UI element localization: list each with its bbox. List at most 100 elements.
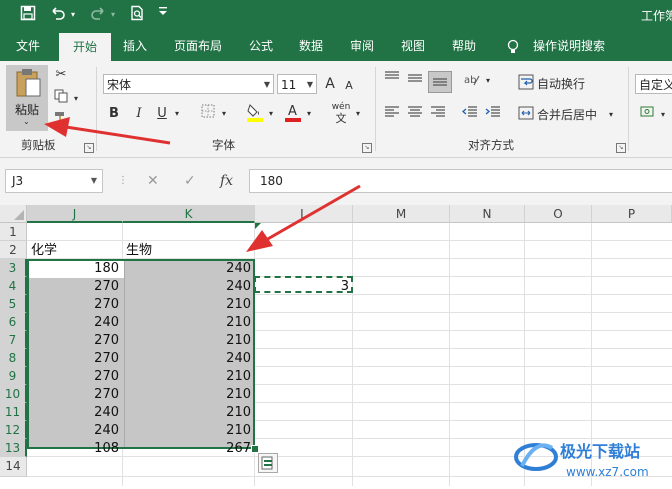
row-header-1[interactable]: 1 <box>0 223 27 241</box>
grow-font-icon[interactable]: A <box>322 74 338 94</box>
cell-k8[interactable]: 240 <box>123 349 251 367</box>
cell-k5[interactable]: 210 <box>123 295 251 313</box>
font-color-icon[interactable]: A <box>283 102 303 122</box>
currency-icon[interactable] <box>638 105 658 125</box>
customize-qat-icon[interactable] <box>156 5 170 25</box>
font-name-combo[interactable]: 宋体 ▼ <box>103 74 274 94</box>
cell-j2[interactable]: 化学 <box>31 241 57 259</box>
row-header-12[interactable]: 12 <box>0 421 27 439</box>
column-header-k[interactable]: K <box>123 205 255 223</box>
select-all-corner[interactable] <box>0 205 27 223</box>
row-header-4[interactable]: 4 <box>0 277 27 295</box>
cell-k7[interactable]: 210 <box>123 331 251 349</box>
cell-k10[interactable]: 210 <box>123 385 251 403</box>
align-top-icon[interactable] <box>382 71 402 91</box>
cut-icon[interactable]: ✂ <box>52 65 70 85</box>
underline-button[interactable]: U <box>154 104 170 124</box>
fill-handle[interactable] <box>251 445 259 453</box>
column-header-o[interactable]: O <box>525 205 592 223</box>
cell-k13[interactable]: 267 <box>123 439 251 457</box>
shrink-font-icon[interactable]: A <box>342 76 356 96</box>
row-header-10[interactable]: 10 <box>0 385 27 403</box>
bold-button[interactable]: B <box>106 104 122 124</box>
row-header-9[interactable]: 9 <box>0 367 27 385</box>
phonetic-dropdown-icon[interactable]: ▾ <box>353 104 363 124</box>
font-color-dropdown-icon[interactable]: ▾ <box>304 104 314 124</box>
column-header-j[interactable]: J <box>27 205 123 223</box>
clipboard-launcher-icon[interactable]: ↘ <box>84 143 94 153</box>
tab-insert[interactable]: 插入 <box>114 31 156 61</box>
wrap-text-icon[interactable] <box>517 74 535 94</box>
tab-file[interactable]: 文件 <box>0 31 56 61</box>
tab-home[interactable]: 开始 <box>59 33 111 61</box>
currency-dropdown-icon[interactable]: ▾ <box>658 105 668 125</box>
cell-j5[interactable]: 270 <box>27 295 119 313</box>
row-header-5[interactable]: 5 <box>0 295 27 313</box>
cell-l4[interactable]: 3 <box>255 277 349 295</box>
paste-options-button[interactable] <box>258 453 278 473</box>
merge-center-button[interactable]: 合并后居中 <box>537 105 597 125</box>
increase-indent-icon[interactable] <box>483 105 503 125</box>
lightbulb-icon[interactable] <box>504 31 522 61</box>
cell-k12[interactable]: 210 <box>123 421 251 439</box>
tab-review[interactable]: 审阅 <box>341 31 383 61</box>
tab-help[interactable]: 帮助 <box>443 31 485 61</box>
font-size-combo[interactable]: 11 ▼ <box>277 74 317 94</box>
paste-dropdown-icon[interactable]: ⌄ <box>23 117 30 126</box>
copy-icon[interactable] <box>52 89 70 109</box>
more-options-icon[interactable]: ⋮ <box>118 169 128 193</box>
row-header-14[interactable]: 14 <box>0 457 27 477</box>
row-header-3[interactable]: 3 <box>0 259 27 277</box>
align-bottom-icon[interactable] <box>428 71 452 93</box>
cell-j3[interactable]: 180 <box>27 259 119 277</box>
column-header-n[interactable]: N <box>450 205 525 223</box>
tab-data[interactable]: 数据 <box>290 31 332 61</box>
cell-j13[interactable]: 108 <box>27 439 119 457</box>
cell-j6[interactable]: 240 <box>27 313 119 331</box>
cell-k3[interactable]: 240 <box>123 259 251 277</box>
insert-function-icon[interactable]: fx <box>220 169 233 193</box>
row-header-2[interactable]: 2 <box>0 241 27 259</box>
undo-dropdown-icon[interactable]: ▾ <box>68 5 78 25</box>
row-header-11[interactable]: 11 <box>0 403 27 421</box>
cell-j9[interactable]: 270 <box>27 367 119 385</box>
tab-view[interactable]: 视图 <box>392 31 434 61</box>
orientation-icon[interactable]: ab <box>462 71 482 91</box>
number-format-combo[interactable]: 自定义 <box>635 74 672 94</box>
cell-k11[interactable]: 210 <box>123 403 251 421</box>
align-middle-icon[interactable] <box>405 71 425 91</box>
confirm-entry-icon[interactable]: ✓ <box>184 169 196 193</box>
format-painter-icon[interactable] <box>52 111 70 131</box>
redo-icon[interactable] <box>88 5 108 25</box>
redo-dropdown-icon[interactable]: ▾ <box>108 5 118 25</box>
row-header-13[interactable]: 13 <box>0 439 27 457</box>
tab-formulas[interactable]: 公式 <box>240 31 282 61</box>
font-launcher-icon[interactable]: ↘ <box>362 143 372 153</box>
save-icon[interactable] <box>18 5 38 25</box>
row-header-6[interactable]: 6 <box>0 313 27 331</box>
align-right-icon[interactable] <box>428 105 448 125</box>
tab-tell-me[interactable]: 操作说明搜索 <box>528 31 610 61</box>
cell-j8[interactable]: 270 <box>27 349 119 367</box>
cell-j7[interactable]: 270 <box>27 331 119 349</box>
border-icon[interactable] <box>199 104 217 124</box>
alignment-launcher-icon[interactable]: ↘ <box>616 143 626 153</box>
row-header-7[interactable]: 7 <box>0 331 27 349</box>
merge-center-icon[interactable] <box>517 105 535 125</box>
copy-dropdown-icon[interactable]: ▾ <box>72 89 80 109</box>
cell-k9[interactable]: 210 <box>123 367 251 385</box>
cell-k6[interactable]: 210 <box>123 313 251 331</box>
formula-input[interactable]: 180 <box>249 169 672 193</box>
undo-icon[interactable] <box>48 5 68 25</box>
cell-j4[interactable]: 270 <box>27 277 119 295</box>
align-left-icon[interactable] <box>382 105 402 125</box>
column-header-m[interactable]: M <box>353 205 450 223</box>
align-center-icon[interactable] <box>405 105 425 125</box>
border-dropdown-icon[interactable]: ▾ <box>219 104 229 124</box>
fill-color-icon[interactable] <box>244 102 266 122</box>
italic-button[interactable]: I <box>131 104 147 124</box>
cancel-entry-icon[interactable]: ✕ <box>147 169 159 193</box>
cell-j10[interactable]: 270 <box>27 385 119 403</box>
name-box[interactable]: J3 ▼ <box>5 169 103 193</box>
column-header-p[interactable]: P <box>592 205 672 223</box>
